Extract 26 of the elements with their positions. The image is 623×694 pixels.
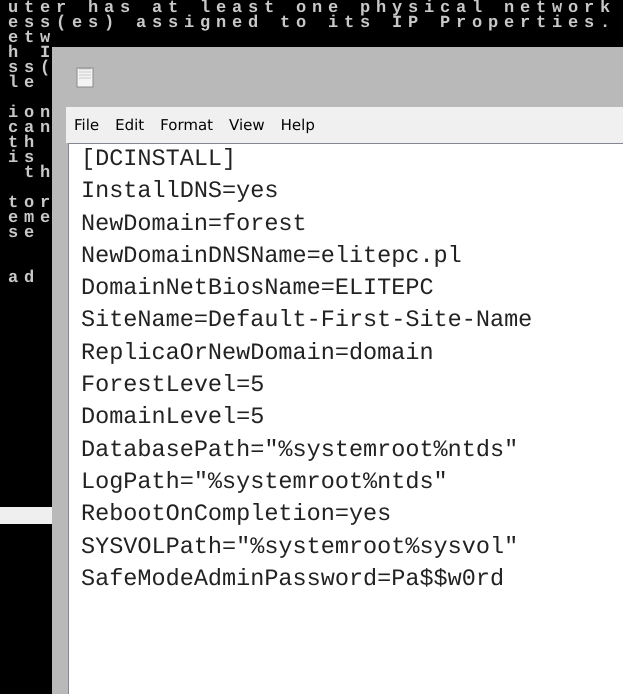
text-line: SiteName=Default-First-Site-Name (81, 306, 534, 336)
text-line: LogPath="%systemroot%ntds" (81, 468, 449, 498)
text-line: DomainLevel=5 (81, 403, 266, 434)
text-line: NewDomainDNSName=elitepc.pl (81, 242, 463, 272)
menu-item[interactable]: View (221, 116, 273, 134)
console-text: le (8, 74, 40, 93)
console-bar (0, 507, 52, 524)
console-text: th (23, 164, 56, 183)
text-line: NewDomain=forest (81, 210, 308, 240)
text-line: DatabasePath="%systemroot%ntds" (81, 436, 520, 466)
menu-item[interactable]: Format (152, 116, 222, 134)
text-line: [DCINSTALL] (81, 145, 238, 175)
console-text: ad (8, 268, 40, 286)
text-line: InstallDNS=yes (81, 177, 280, 208)
text-line: DomainNetBiosName=ELITEPC (81, 274, 435, 304)
console-text: ion (8, 104, 56, 123)
text-line: ReplicaOrNewDomain=domain (81, 338, 435, 369)
menu-item[interactable]: File (66, 116, 108, 134)
text-editor[interactable] (68, 143, 623, 694)
text-line: ForestLevel=5 (81, 371, 266, 402)
menu-item[interactable]: Help (272, 116, 323, 134)
text-line: RebootOnCompletion=yes (81, 500, 392, 530)
notepad-icon (76, 66, 94, 88)
text-line: SYSVOLPath="%systemroot%sysvol" (81, 532, 520, 563)
text-line: SafeModeAdminPassword=Pa$$w0rd (81, 564, 506, 595)
menu-item[interactable]: Edit (107, 116, 152, 134)
